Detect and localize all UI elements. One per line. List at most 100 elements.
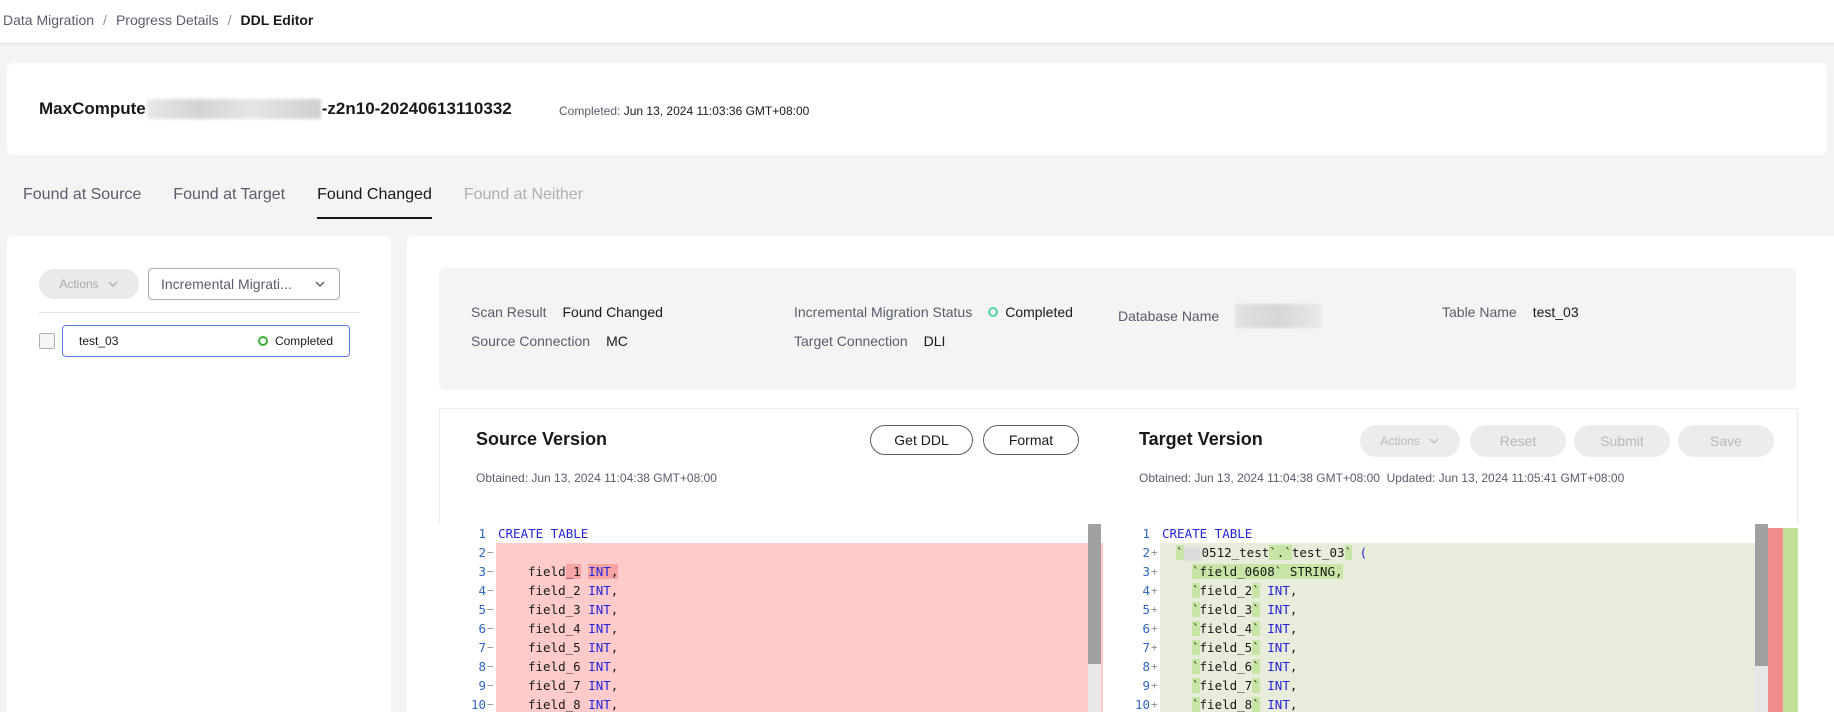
- breadcrumb-separator: /: [227, 12, 232, 28]
- title-prefix: MaxCompute: [39, 99, 146, 118]
- code-text: `field_8` INT,: [1160, 695, 1771, 712]
- code-text: field_2 INT,: [496, 581, 1103, 600]
- scrollbar-thumb[interactable]: [1088, 524, 1101, 664]
- code-text: IF NOT EXISTS 0512_test.test_03 (: [496, 543, 1103, 580]
- incremental-status-value: Completed: [988, 304, 1073, 320]
- format-button[interactable]: Format: [983, 425, 1079, 455]
- status-filter-select[interactable]: Incremental Migrati...: [148, 268, 340, 300]
- line-number: 8: [1142, 659, 1150, 674]
- diff-marker: +: [1151, 641, 1158, 654]
- reset-button: Reset: [1470, 425, 1566, 457]
- actions-button: Actions: [39, 269, 139, 299]
- diff-marker: +: [1151, 584, 1158, 597]
- code-text: field_4 INT,: [496, 619, 1103, 638]
- breadcrumb-progress-details[interactable]: Progress Details: [116, 12, 219, 28]
- target-connection-label: Target Connection: [794, 333, 908, 349]
- target-scrollbar[interactable]: [1755, 524, 1768, 712]
- line-number: 7: [1142, 640, 1150, 655]
- scan-result-label: Scan Result: [471, 304, 547, 320]
- diff-marker: +: [1151, 622, 1158, 635]
- source-connection-field: Source Connection MC: [471, 333, 628, 349]
- code-line: 1 CREATE TABLE: [1111, 524, 1771, 543]
- line-number: 5: [1142, 602, 1150, 617]
- save-button: Save: [1678, 425, 1774, 457]
- breadcrumb-data-migration[interactable]: Data Migration: [3, 12, 94, 28]
- line-number: 6: [1142, 621, 1150, 636]
- tab-found-at-source[interactable]: Found at Source: [23, 186, 141, 219]
- code-text: `field_5` INT,: [1160, 638, 1771, 657]
- target-ddl-editor[interactable]: 1 CREATE TABLE 2 + ` 0512_test`.`test_03`…: [1111, 524, 1771, 712]
- code-line: 5 + `field_3` INT,: [1111, 600, 1771, 619]
- target-connection-value: DLI: [923, 333, 946, 349]
- page-title: MaxCompute -z2n10-20240613110332: [39, 99, 512, 119]
- status-dot-icon: [988, 307, 999, 317]
- code-text: field_7 INT,: [496, 676, 1103, 695]
- source-ddl-editor[interactable]: 1 CREATE TABLE 2 − IF NOT EXISTS 0512_te…: [447, 524, 1103, 712]
- incremental-status-field: Incremental Migration Status Completed: [794, 304, 1073, 320]
- chevron-down-icon: [315, 281, 325, 287]
- code-line: 3 − field_1 INT,: [447, 562, 1103, 581]
- line-number: 1: [1142, 526, 1150, 541]
- scan-result-field: Scan Result Found Changed: [471, 304, 663, 320]
- code-text: `field_7` INT,: [1160, 676, 1771, 695]
- code-line: 8 − field_6 INT,: [447, 657, 1103, 676]
- scrollbar-thumb[interactable]: [1755, 524, 1768, 666]
- table-name: test_03: [79, 334, 119, 348]
- completed-label: Completed:: [559, 104, 621, 118]
- code-line: 4 − field_2 INT,: [447, 581, 1103, 600]
- database-name-field: Database Name: [1118, 304, 1322, 328]
- source-version-title: Source Version: [476, 429, 608, 449]
- code-line: 2 − IF NOT EXISTS 0512_test.test_03 (: [447, 543, 1103, 580]
- line-number: 4: [478, 583, 486, 598]
- code-line: 5 − field_3 INT,: [447, 600, 1103, 619]
- status-dot-icon: [257, 336, 268, 346]
- diff-marker: −: [487, 641, 494, 654]
- line-number: 6: [478, 621, 486, 636]
- diff-overview-removed: [1768, 528, 1783, 712]
- source-scrollbar[interactable]: [1088, 524, 1101, 712]
- diff-marker: −: [487, 660, 494, 673]
- code-text: CREATE TABLE: [498, 526, 589, 541]
- code-line: 6 − field_4 INT,: [447, 619, 1103, 638]
- database-name-label: Database Name: [1118, 308, 1220, 324]
- table-name-field: Table Name test_03: [1442, 304, 1579, 320]
- row-checkbox[interactable]: [39, 333, 55, 349]
- tab-found-at-target[interactable]: Found at Target: [173, 186, 285, 219]
- table-list-panel: Actions Incremental Migrati... test_03 C…: [7, 236, 391, 712]
- code-line: 4 + `field_2` INT,: [1111, 581, 1771, 600]
- diff-marker: −: [487, 679, 494, 692]
- actions-label: Actions: [59, 277, 99, 291]
- redacted-prefix: [1183, 546, 1202, 561]
- diff-marker: −: [487, 565, 494, 578]
- target-connection-field: Target Connection DLI: [794, 333, 945, 349]
- code-text: field_1 INT,: [496, 562, 1103, 581]
- target-version-title: Target Version: [1139, 429, 1263, 449]
- breadcrumb: Data Migration / Progress Details / DDL …: [3, 12, 313, 28]
- status-badge: Completed: [257, 334, 333, 348]
- code-line: 8 + `field_6` INT,: [1111, 657, 1771, 676]
- tab-found-at-neither: Found at Neither: [463, 186, 584, 203]
- diff-marker: +: [1151, 698, 1158, 711]
- line-number: 7: [478, 640, 486, 655]
- code-line: 10 − field_8 INT,: [447, 695, 1103, 712]
- result-tabs: Found at Source Found at Target Found Ch…: [23, 186, 615, 219]
- tab-found-changed[interactable]: Found Changed: [317, 186, 432, 219]
- get-ddl-button[interactable]: Get DDL: [870, 425, 973, 455]
- list-item[interactable]: test_03 Completed: [62, 325, 350, 357]
- status-filter-value: Incremental Migrati...: [161, 276, 292, 292]
- code-text: `field_0608` STRING,: [1160, 562, 1771, 581]
- diff-marker: −: [487, 546, 494, 559]
- title-suffix: -z2n10-20240613110332: [321, 99, 512, 118]
- completed-time: Completed: Jun 13, 2024 11:03:36 GMT+08:…: [559, 104, 809, 118]
- target-updated-time: Updated: Jun 13, 2024 11:05:41 GMT+08:00: [1386, 471, 1625, 485]
- code-text: field_6 INT,: [496, 657, 1103, 676]
- line-number: 9: [478, 678, 486, 693]
- line-number: 1: [478, 526, 486, 541]
- code-line: 1 CREATE TABLE: [447, 524, 1103, 543]
- line-number: 10: [470, 697, 486, 712]
- incremental-status-text: Completed: [1005, 304, 1073, 320]
- chevron-down-icon: [108, 281, 118, 287]
- diff-marker: +: [1151, 679, 1158, 692]
- breadcrumb-current: DDL Editor: [240, 12, 314, 28]
- line-number: 3: [1142, 564, 1150, 579]
